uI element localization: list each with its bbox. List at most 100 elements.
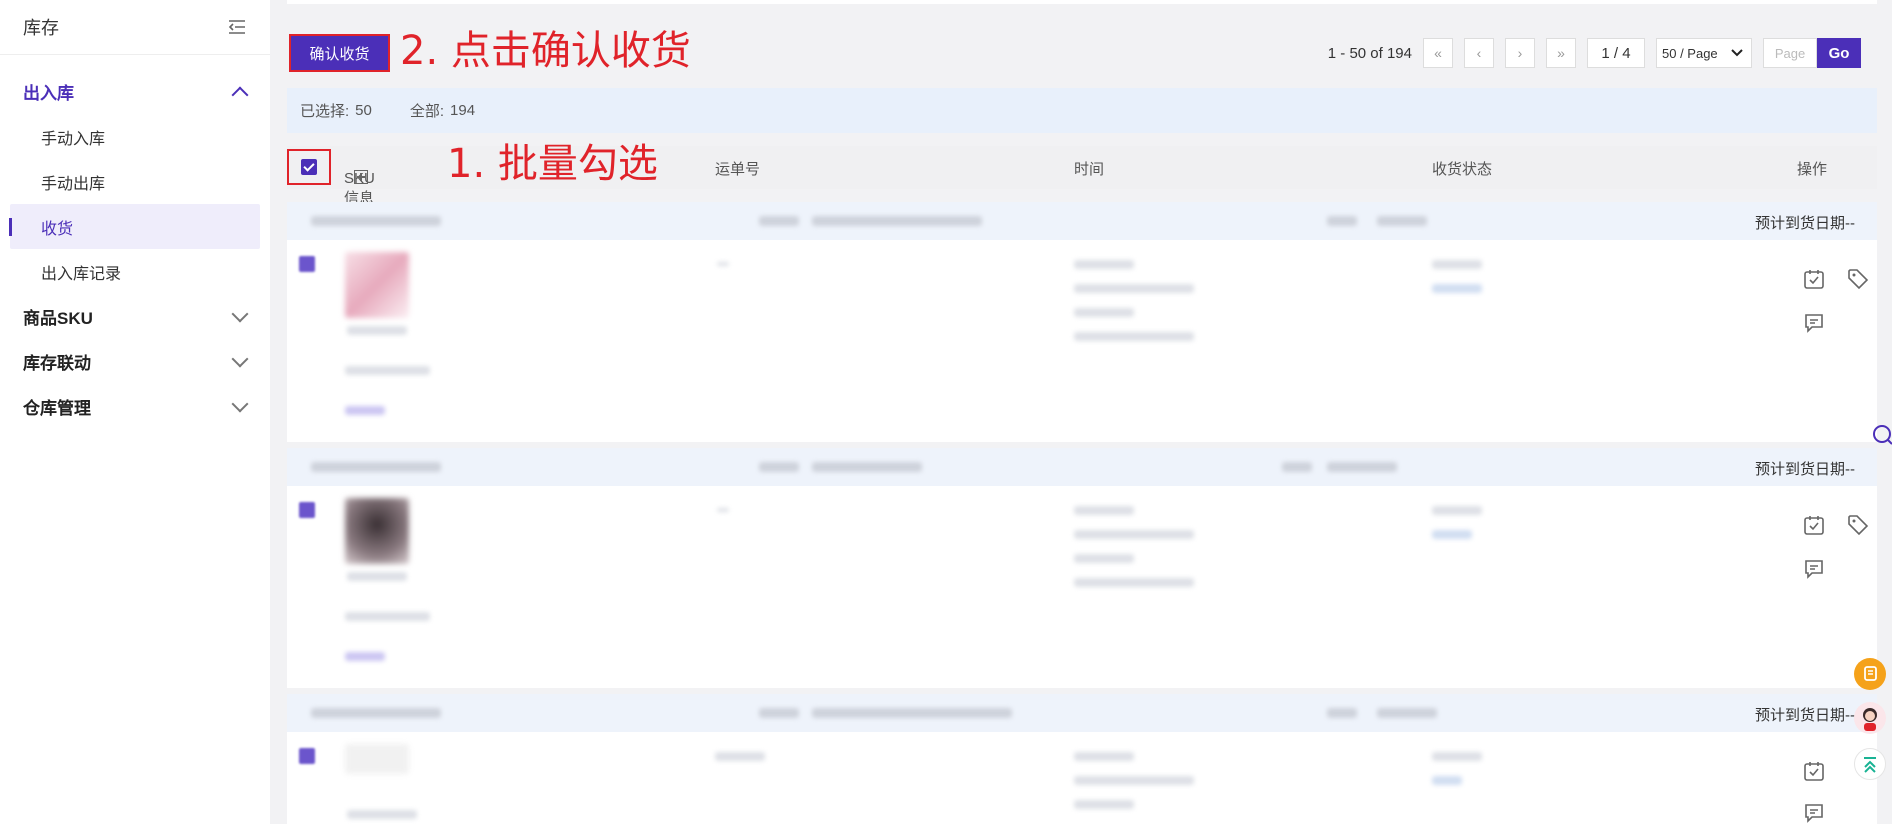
sidebar-group-sku[interactable]: 商品SKU (0, 294, 270, 339)
total-label: 全部: (409, 103, 445, 120)
blurred-status-tag (1432, 776, 1462, 785)
sidebar-item-manual-out[interactable]: 手动出库 (0, 159, 270, 204)
sidebar-group-label: 仓库管理 (23, 399, 91, 418)
blurred-text (1074, 332, 1194, 341)
blurred-text (311, 462, 441, 472)
blurred-text (759, 216, 799, 226)
confirm-receipt-button[interactable]: 确认收货 (289, 34, 390, 72)
blurred-link[interactable] (345, 652, 385, 661)
sidebar-group-label: 商品SKU (23, 309, 93, 328)
blurred-text (1074, 578, 1194, 587)
row-checkbox[interactable] (299, 748, 315, 764)
order-block: 预计到货日期-- (287, 202, 1877, 442)
order-header: 预计到货日期-- (287, 694, 1877, 732)
order-header: 预计到货日期-- (287, 202, 1877, 240)
blurred-text (1074, 308, 1134, 317)
row-checkbox[interactable] (299, 256, 315, 272)
chevron-up-icon (231, 86, 249, 103)
receive-check-icon[interactable] (1803, 268, 1825, 290)
support-agent-avatar[interactable] (1854, 702, 1886, 734)
first-page-button[interactable]: « (1423, 38, 1453, 68)
page-jump-input[interactable]: Page (1763, 38, 1817, 68)
chevron-down-icon (231, 305, 249, 322)
tag-icon[interactable] (1847, 268, 1869, 290)
collapse-menu-icon[interactable] (228, 19, 246, 35)
search-icon[interactable] (1870, 424, 1892, 448)
blurred-text (1327, 462, 1397, 472)
prev-page-button[interactable]: ‹ (1464, 38, 1494, 68)
blurred-text (311, 216, 441, 226)
selected-label: 已选择: (300, 103, 350, 120)
sidebar-group-inout[interactable]: 出入库 (0, 69, 270, 114)
order-block: 预计到货日期-- (287, 448, 1877, 688)
blurred-text (1074, 284, 1194, 293)
receive-check-icon[interactable] (1803, 514, 1825, 536)
blurred-text (1377, 216, 1427, 226)
blurred-text (347, 326, 407, 335)
select-all-checkbox[interactable] (301, 159, 317, 175)
blurred-link[interactable] (345, 406, 385, 415)
sidebar-item-receive[interactable]: 收货 (9, 204, 260, 249)
blurred-status-tag (1432, 284, 1482, 293)
blurred-text (812, 708, 1012, 718)
go-button[interactable]: Go (1817, 38, 1861, 68)
blurred-text (347, 572, 407, 581)
blurred-text (759, 708, 799, 718)
header-tracking: 运单号 (715, 161, 761, 178)
blurred-text (717, 262, 729, 266)
product-thumbnail (345, 744, 409, 774)
remark-icon[interactable] (1803, 312, 1825, 334)
sidebar-group-label: 库存联动 (23, 354, 91, 373)
back-to-top-icon[interactable] (1854, 748, 1886, 780)
blurred-text (1327, 216, 1357, 226)
page-size-value: 50 / Page (1662, 45, 1718, 61)
estimated-arrival: 预计到货日期-- (1755, 215, 1855, 232)
product-thumbnail (345, 252, 409, 318)
pagination: 1 - 50 of 194 « ‹ › » 1 / 4 50 / Page Pa… (1328, 38, 1861, 68)
tag-icon[interactable] (1847, 514, 1869, 536)
blurred-text (1327, 708, 1357, 718)
chevron-down-icon (1731, 49, 1743, 57)
sidebar: 库存 出入库 手动入库 手动出库 收货 出入库记录 商品SKU 库存联动 仓库管… (0, 0, 270, 824)
sidebar-group-label: 出入库 (23, 84, 74, 103)
main-content: 确认收货 2. 点击确认收货 1 - 50 of 194 « ‹ › » 1 /… (287, 0, 1877, 824)
chevron-down-icon (231, 395, 249, 412)
remark-icon[interactable] (1803, 802, 1825, 824)
chevron-down-icon (231, 350, 249, 367)
blurred-text (812, 216, 982, 226)
blurred-text (345, 612, 430, 621)
top-divider (287, 0, 1877, 4)
last-page-button[interactable]: » (1546, 38, 1576, 68)
blurred-text (345, 366, 430, 375)
page-size-select[interactable]: 50 / Page (1656, 38, 1752, 68)
blurred-text (1074, 260, 1134, 269)
current-page-indicator: 1 / 4 (1587, 38, 1645, 68)
sidebar-group-inventory-link[interactable]: 库存联动 (0, 339, 270, 384)
receive-check-icon[interactable] (1803, 760, 1825, 782)
order-block: 预计到货日期-- (287, 694, 1877, 824)
blurred-text (1074, 530, 1194, 539)
sidebar-item-records[interactable]: 出入库记录 (0, 249, 270, 294)
expand-all-icon[interactable] (354, 170, 368, 184)
pagination-range: 1 - 50 of 194 (1327, 44, 1412, 62)
blurred-text (759, 462, 799, 472)
annotation-step1: 1. 批量勾选 (447, 141, 658, 187)
blurred-text (715, 752, 765, 761)
estimated-arrival: 预计到货日期-- (1755, 707, 1855, 724)
row-checkbox[interactable] (299, 502, 315, 518)
blurred-text (1074, 800, 1134, 809)
annotation-step2: 2. 点击确认收货 (400, 28, 691, 74)
select-all-checkbox-frame (287, 149, 331, 185)
order-header: 预计到货日期-- (287, 448, 1877, 486)
blurred-text (1282, 462, 1312, 472)
remark-icon[interactable] (1803, 558, 1825, 580)
blurred-text (311, 708, 441, 718)
sidebar-group-warehouse[interactable]: 仓库管理 (0, 384, 270, 429)
sidebar-header: 库存 (0, 0, 270, 55)
sidebar-item-manual-in[interactable]: 手动入库 (0, 114, 270, 159)
next-page-button[interactable]: › (1505, 38, 1535, 68)
selected-count: 50 (355, 102, 372, 119)
product-thumbnail (345, 498, 409, 564)
feedback-icon[interactable] (1854, 658, 1886, 690)
header-status: 收货状态 (1432, 161, 1493, 178)
